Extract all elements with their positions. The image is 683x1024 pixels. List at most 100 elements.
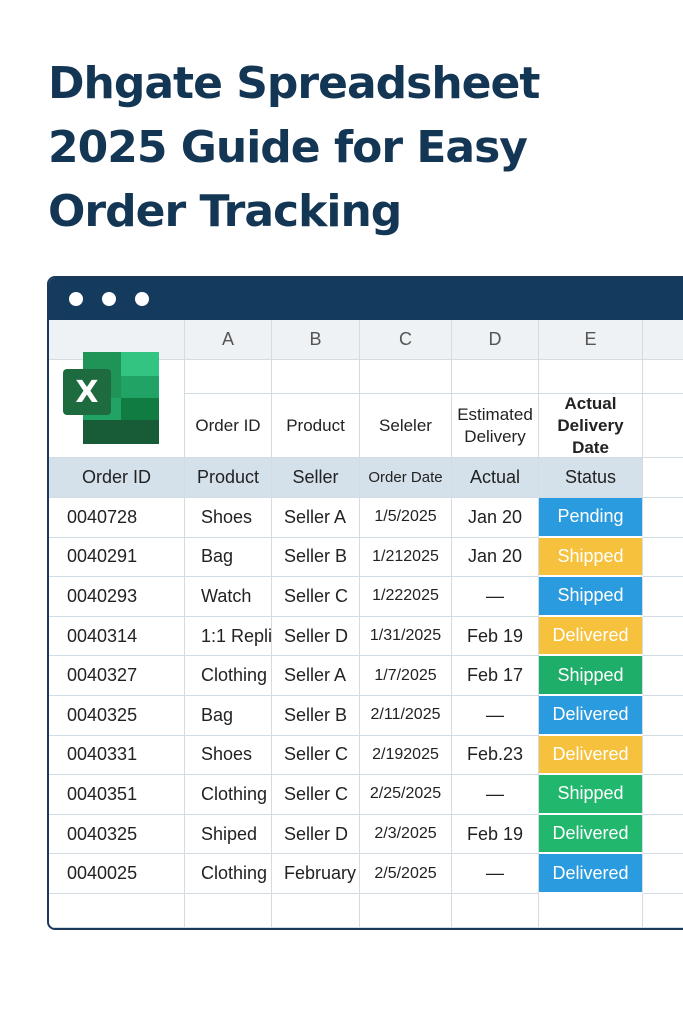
cell[interactable]: [360, 894, 452, 928]
cell[interactable]: [643, 394, 683, 458]
status-cell[interactable]: Delivered: [539, 814, 643, 855]
product-cell[interactable]: Shoes: [185, 735, 272, 776]
order-id-cell[interactable]: 0040291: [49, 537, 185, 578]
status-cell[interactable]: Delivered: [539, 696, 643, 736]
actual-cell[interactable]: Feb 19: [452, 814, 539, 855]
cell[interactable]: [643, 815, 683, 855]
cell[interactable]: [452, 360, 539, 394]
cell[interactable]: [539, 360, 643, 394]
order-date-cell[interactable]: 2/11/2025: [360, 696, 452, 736]
cell[interactable]: [272, 360, 360, 394]
column-header-b[interactable]: B: [272, 320, 360, 360]
product-cell[interactable]: Shiped: [185, 814, 272, 855]
product-cell[interactable]: 1:1 Replica: [185, 616, 272, 657]
cell[interactable]: [452, 894, 539, 928]
window-dot-icon[interactable]: [69, 292, 83, 306]
header-cell[interactable]: Status: [539, 458, 643, 498]
seller-cell[interactable]: Seller A: [272, 498, 360, 538]
status-cell[interactable]: Shipped: [539, 577, 643, 617]
order-id-cell[interactable]: 0040351: [49, 775, 185, 815]
order-date-cell[interactable]: 1/212025: [360, 537, 452, 578]
actual-cell[interactable]: —: [452, 696, 539, 736]
window-dot-icon[interactable]: [102, 292, 116, 306]
header-order-id[interactable]: Order ID: [185, 394, 272, 458]
column-header-a[interactable]: A: [185, 320, 272, 360]
product-cell[interactable]: Clothing: [185, 854, 272, 894]
order-date-cell[interactable]: 1/7/2025: [360, 656, 452, 696]
seller-cell[interactable]: February: [272, 854, 360, 894]
status-cell[interactable]: Delivered: [539, 735, 643, 776]
order-id-cell[interactable]: 0040327: [49, 656, 185, 696]
cell[interactable]: [643, 538, 683, 578]
header-cell[interactable]: Seller: [272, 458, 360, 498]
actual-cell[interactable]: Feb.23: [452, 735, 539, 776]
header-seller[interactable]: Seleler: [360, 394, 452, 458]
status-cell[interactable]: Pending: [539, 498, 643, 538]
order-id-cell[interactable]: 0040314: [49, 616, 185, 657]
status-cell[interactable]: Shipped: [539, 656, 643, 696]
header-cell[interactable]: Actual: [452, 458, 539, 498]
status-cell[interactable]: Shipped: [539, 775, 643, 815]
cell[interactable]: [643, 498, 683, 538]
order-id-cell[interactable]: 0040325: [49, 696, 185, 736]
seller-cell[interactable]: Seller C: [272, 577, 360, 617]
cell[interactable]: [643, 577, 683, 617]
order-id-cell[interactable]: 0040025: [49, 854, 185, 894]
cell[interactable]: [643, 458, 683, 498]
order-date-cell[interactable]: 2/3/2025: [360, 814, 452, 855]
order-id-cell[interactable]: 0040293: [49, 577, 185, 617]
product-cell[interactable]: Watch: [185, 577, 272, 617]
header-actual-delivery[interactable]: Actual Delivery Date: [539, 394, 643, 458]
column-header-e[interactable]: E: [539, 320, 643, 360]
header-cell[interactable]: Order ID: [49, 458, 185, 498]
order-id-cell[interactable]: 0040325: [49, 814, 185, 855]
order-date-cell[interactable]: 2/192025: [360, 735, 452, 776]
cell[interactable]: [360, 360, 452, 394]
seller-cell[interactable]: Seller C: [272, 735, 360, 776]
cell[interactable]: [643, 775, 683, 815]
column-header-d[interactable]: D: [452, 320, 539, 360]
product-cell[interactable]: Bag: [185, 537, 272, 578]
actual-cell[interactable]: Jan 20: [452, 537, 539, 578]
status-cell[interactable]: Delivered: [539, 854, 643, 894]
header-cell[interactable]: Order Date: [360, 458, 452, 498]
actual-cell[interactable]: Jan 20: [452, 498, 539, 538]
actual-cell[interactable]: —: [452, 775, 539, 815]
actual-cell[interactable]: Feb 17: [452, 656, 539, 696]
cell[interactable]: [539, 894, 643, 928]
order-id-cell[interactable]: 0040728: [49, 498, 185, 538]
status-cell[interactable]: Shipped: [539, 537, 643, 578]
cell[interactable]: [643, 617, 683, 657]
order-date-cell[interactable]: 1/5/2025: [360, 498, 452, 538]
cell[interactable]: [185, 360, 272, 394]
cell[interactable]: [643, 696, 683, 736]
cell[interactable]: [643, 360, 683, 394]
product-cell[interactable]: Clothing: [185, 775, 272, 815]
actual-cell[interactable]: —: [452, 577, 539, 617]
product-cell[interactable]: Bag: [185, 696, 272, 736]
product-cell[interactable]: Clothing: [185, 656, 272, 696]
seller-cell[interactable]: Seller B: [272, 696, 360, 736]
actual-cell[interactable]: —: [452, 854, 539, 894]
seller-cell[interactable]: Seller B: [272, 537, 360, 578]
seller-cell[interactable]: Seller A: [272, 656, 360, 696]
seller-cell[interactable]: Seller C: [272, 775, 360, 815]
column-header-f[interactable]: [643, 320, 683, 360]
column-header-c[interactable]: C: [360, 320, 452, 360]
header-product[interactable]: Product: [272, 394, 360, 458]
actual-cell[interactable]: Feb 19: [452, 616, 539, 657]
cell[interactable]: [643, 736, 683, 776]
cell[interactable]: [643, 854, 683, 894]
order-date-cell[interactable]: 2/25/2025: [360, 775, 452, 815]
product-cell[interactable]: Shoes: [185, 498, 272, 538]
seller-cell[interactable]: Seller D: [272, 616, 360, 657]
header-cell[interactable]: Product: [185, 458, 272, 498]
header-estimated-delivery[interactable]: Estimated Delivery: [452, 394, 539, 458]
cell[interactable]: [643, 894, 683, 928]
window-dot-icon[interactable]: [135, 292, 149, 306]
cell[interactable]: [643, 656, 683, 696]
order-date-cell[interactable]: 1/222025: [360, 577, 452, 617]
status-cell[interactable]: Delivered: [539, 616, 643, 657]
cell[interactable]: [49, 894, 185, 928]
cell[interactable]: [185, 894, 272, 928]
